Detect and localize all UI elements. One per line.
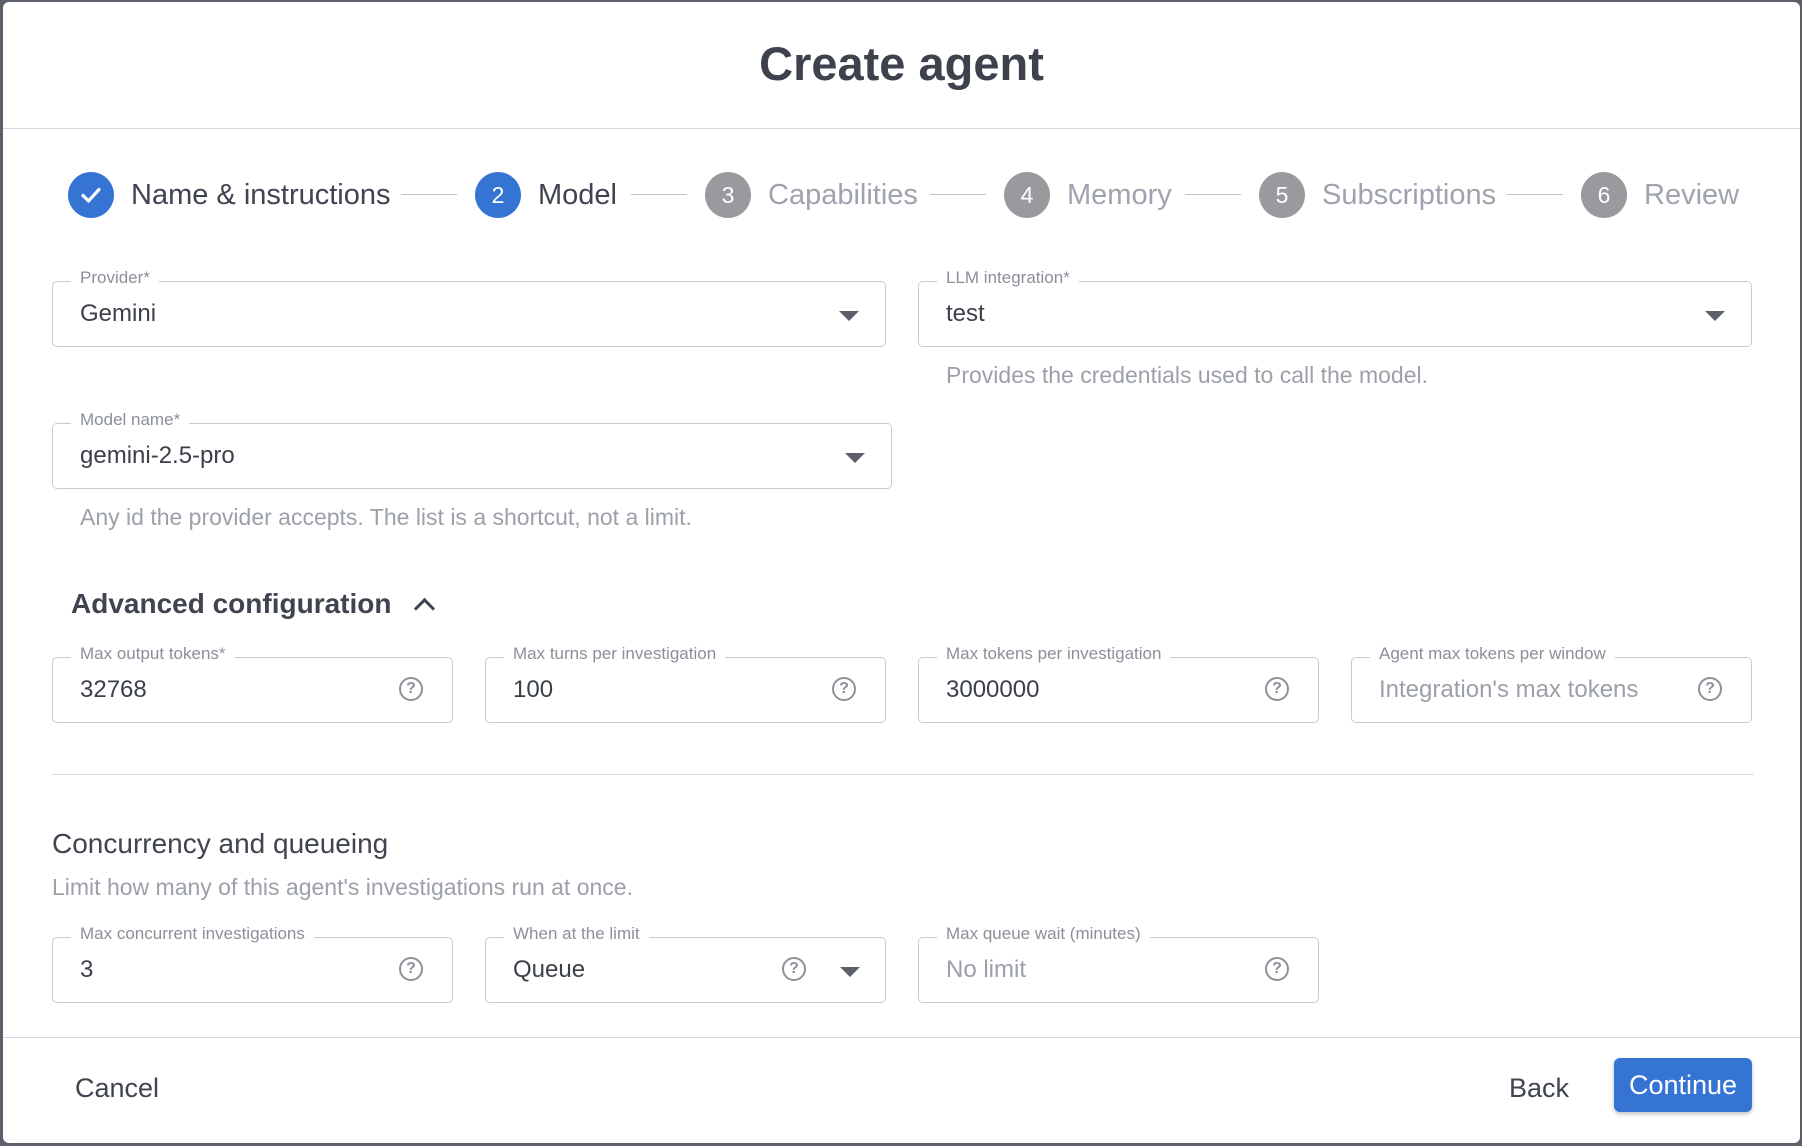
step-number: 6 [1581,172,1627,218]
help-icon[interactable]: ? [399,957,423,981]
max-concurrent-value: 3 [80,956,94,983]
max-tokens-investigation-input[interactable]: Max tokens per investigation 3000000 ? [918,643,1319,723]
back-button[interactable]: Back [1503,1063,1575,1113]
step-number: 5 [1259,172,1305,218]
dialog-header: Create agent [3,2,1800,129]
step-number: 2 [475,172,521,218]
step-name-instructions[interactable]: Name & instructions [68,170,391,220]
step-number: 4 [1004,172,1050,218]
section-divider [52,774,1754,775]
check-icon [68,172,114,218]
max-concurrent-input[interactable]: Max concurrent investigations 3 ? [52,923,453,1003]
max-turns-input[interactable]: Max turns per investigation 100 ? [485,643,886,723]
dialog-footer: Cancel Back Continue [3,1037,1800,1143]
max-output-tokens-value: 32768 [80,676,147,703]
chevron-up-icon [414,597,436,619]
caret-down-icon [839,311,859,321]
step-label: Model [538,178,617,211]
step-review[interactable]: 6 Review [1581,170,1739,220]
continue-button[interactable]: Continue [1614,1058,1752,1112]
step-connector [930,194,986,195]
model-name-value: gemini-2.5-pro [80,442,235,469]
step-subscriptions[interactable]: 5 Subscriptions [1259,170,1496,220]
max-concurrent-label: Max concurrent investigations [71,923,314,945]
max-output-tokens-input[interactable]: Max output tokens* 32768 ? [52,643,453,723]
llm-integration-select[interactable]: LLM integration* test [918,267,1752,347]
help-icon[interactable]: ? [399,677,423,701]
step-capabilities[interactable]: 3 Capabilities [705,170,918,220]
step-label: Name & instructions [131,178,391,211]
agent-max-tokens-window-placeholder: Integration's max tokens [1379,676,1639,703]
help-icon[interactable]: ? [1698,677,1722,701]
step-label: Capabilities [768,178,918,211]
when-at-limit-value: Queue [513,956,586,983]
help-icon[interactable]: ? [832,677,856,701]
create-agent-dialog: Create agent Name & instructions 2 Model… [3,2,1800,1143]
help-icon[interactable]: ? [1265,677,1289,701]
provider-value: Gemini [80,300,157,327]
help-icon[interactable]: ? [1265,957,1289,981]
step-model[interactable]: 2 Model [475,170,617,220]
stepper: Name & instructions 2 Model 3 Capabiliti… [3,170,1800,220]
step-number: 3 [705,172,751,218]
max-tokens-investigation-value: 3000000 [946,676,1040,703]
step-label: Review [1644,178,1740,211]
step-connector [1507,194,1563,195]
caret-down-icon [1705,311,1725,321]
advanced-configuration-title: Advanced configuration [71,588,392,619]
step-connector [401,194,457,195]
agent-max-tokens-window-input[interactable]: Agent max tokens per window Integration'… [1351,643,1752,723]
step-connector [1185,194,1241,195]
llm-integration-helper: Provides the credentials used to call th… [946,362,1428,388]
max-turns-value: 100 [513,676,554,703]
max-queue-wait-placeholder: No limit [946,956,1027,983]
concurrency-subtitle: Limit how many of this agent's investiga… [52,874,633,900]
model-name-select[interactable]: Model name* gemini-2.5-pro [52,409,892,489]
llm-integration-value: test [946,300,985,327]
step-label: Subscriptions [1322,178,1497,211]
step-memory[interactable]: 4 Memory [1004,170,1172,220]
step-connector [631,194,687,195]
dialog-title: Create agent [759,37,1044,90]
when-at-limit-select[interactable]: When at the limit Queue ? [485,923,886,1003]
concurrency-title: Concurrency and queueing [52,828,389,859]
help-icon[interactable]: ? [782,957,806,981]
max-queue-wait-input[interactable]: Max queue wait (minutes) No limit ? [918,923,1319,1003]
caret-down-icon [845,453,865,463]
advanced-configuration-toggle[interactable]: Advanced configuration [71,584,436,624]
caret-down-icon [840,967,860,977]
model-name-helper: Any id the provider accepts. The list is… [80,504,692,530]
step-label: Memory [1067,178,1172,211]
provider-select[interactable]: Provider* Gemini [52,267,886,347]
cancel-button[interactable]: Cancel [69,1063,165,1113]
